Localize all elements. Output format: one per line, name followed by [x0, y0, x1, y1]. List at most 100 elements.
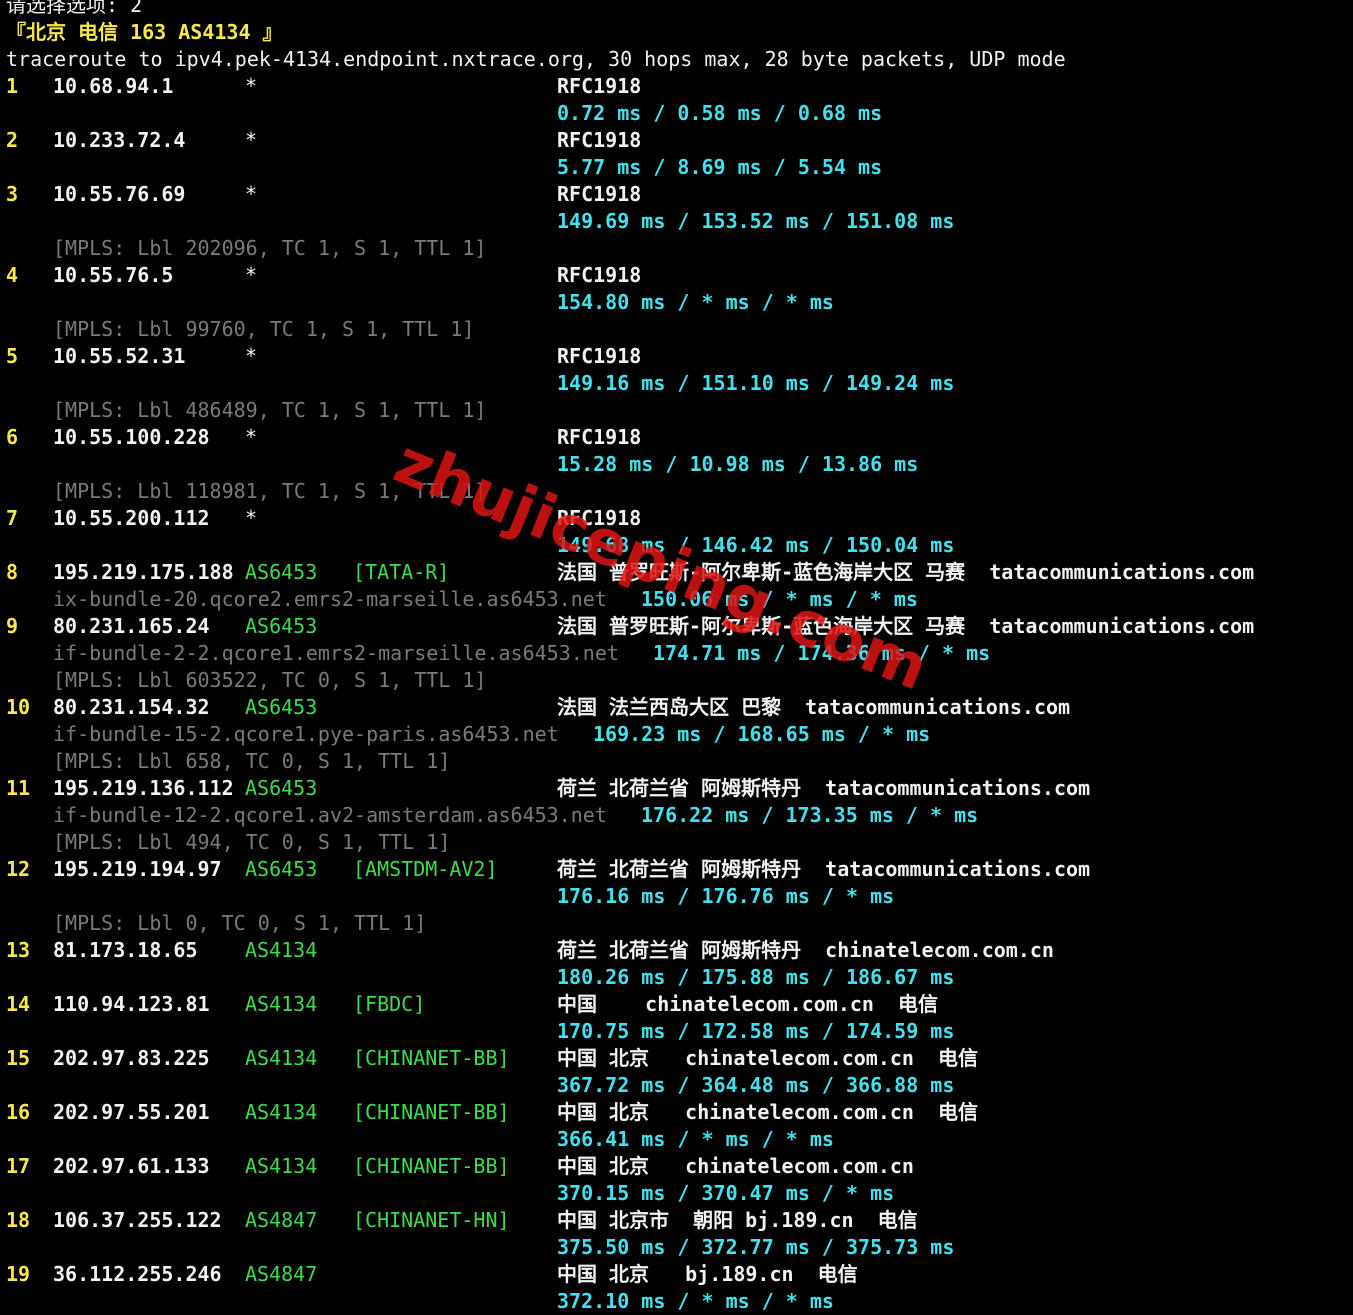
hop-rtt: 176.22 ms / 173.35 ms / * ms — [641, 803, 979, 827]
hop-detail-row: 372.10 ms / * ms / * ms — [0, 1288, 1353, 1315]
hop-asn: AS6453 — [245, 776, 318, 800]
hop-detail-row: 176.16 ms / 176.76 ms / * ms — [0, 883, 1353, 910]
hop-asn: * — [245, 128, 258, 152]
hop-location: RFC1918 — [557, 263, 642, 287]
hop-location: RFC1918 — [557, 344, 642, 368]
hop-rtt: 170.75 ms / 172.58 ms / 174.59 ms — [557, 1019, 955, 1043]
mpls-row: [MPLS: Lbl 99760, TC 1, S 1, TTL 1] — [0, 316, 1353, 343]
mpls-row: [MPLS: Lbl 603522, TC 0, S 1, TTL 1] — [0, 667, 1353, 694]
header-title: 『北京 电信 163 AS4134 』 — [6, 20, 283, 44]
hop-row: 11 195.219.136.112 AS6453 荷兰 北荷兰省 阿姆斯特丹 tat… — [0, 775, 1353, 802]
hop-detail-row: 5.77 ms / 8.69 ms / 5.54 ms — [0, 154, 1353, 181]
hop-number: 7 — [6, 506, 19, 530]
hop-rtt: 0.72 ms / 0.58 ms / 0.68 ms — [557, 101, 883, 125]
hop-rtt: 149.69 ms / 153.52 ms / 151.08 ms — [557, 209, 955, 233]
hop-number: 10 — [6, 695, 31, 719]
hop-row: 7 10.55.200.112 * RFC1918 — [0, 505, 1353, 532]
mpls-row: [MPLS: Lbl 202096, TC 1, S 1, TTL 1] — [0, 235, 1353, 262]
hop-number: 13 — [6, 938, 31, 962]
hop-location: RFC1918 — [557, 182, 642, 206]
hop-rtt: 367.72 ms / 364.48 ms / 366.88 ms — [557, 1073, 955, 1097]
hop-ip: 10.233.72.4 — [53, 128, 186, 152]
hop-rtt: 372.10 ms / * ms / * ms — [557, 1289, 834, 1313]
hop-asn: * — [245, 182, 258, 206]
hop-row: 8 195.219.175.188 AS6453 [TATA-R] 法国 普罗旺斯-阿尔… — [0, 559, 1353, 586]
hop-asn: AS4847 — [245, 1262, 318, 1286]
mpls-label: [MPLS: Lbl 603522, TC 0, S 1, TTL 1] — [53, 668, 487, 692]
hop-detail-row: 180.26 ms / 175.88 ms / 186.67 ms — [0, 964, 1353, 991]
hop-ip: 110.94.123.81 — [53, 992, 210, 1016]
hop-ip: 80.231.154.32 — [53, 695, 210, 719]
hop-location: 法国 普罗旺斯-阿尔卑斯-蓝色海岸大区 马赛 tatacommunication… — [557, 560, 1255, 584]
hop-rtt: 174.71 ms / 174.36 ms / * ms — [653, 641, 991, 665]
hop-rtt: 375.50 ms / 372.77 ms / 375.73 ms — [557, 1235, 955, 1259]
hop-row: 14 110.94.123.81 AS4134 [FBDC] 中国 chinatelec… — [0, 991, 1353, 1018]
hop-rtt: 15.28 ms / 10.98 ms / 13.86 ms — [557, 452, 919, 476]
hop-detail-row: 149.68 ms / 146.42 ms / 150.04 ms — [0, 532, 1353, 559]
terminal-output: 请选择选项: 2 『北京 电信 163 AS4134 』 traceroute … — [0, 0, 1353, 1315]
hop-asn: AS4134 — [245, 1046, 318, 1070]
hop-asn: AS6453 — [245, 614, 318, 638]
hop-list: 1 10.68.94.1 * RFC1918 0.72 ms / 0.58 ms / 0… — [0, 73, 1353, 1315]
mpls-label: [MPLS: Lbl 494, TC 0, S 1, TTL 1] — [53, 830, 451, 854]
hop-ip: 10.55.76.69 — [53, 182, 186, 206]
hop-asn: * — [245, 74, 258, 98]
hop-row: 5 10.55.52.31 * RFC1918 — [0, 343, 1353, 370]
hop-ip: 195.219.136.112 — [53, 776, 234, 800]
mpls-row: [MPLS: Lbl 494, TC 0, S 1, TTL 1] — [0, 829, 1353, 856]
hop-location: 中国 chinatelecom.com.cn 电信 — [557, 992, 939, 1016]
hop-ip: 195.219.175.188 — [53, 560, 234, 584]
hop-number: 19 — [6, 1262, 31, 1286]
hop-number: 1 — [6, 74, 19, 98]
hop-tag: [CHINANET-BB] — [353, 1100, 510, 1124]
hop-hostname: if-bundle-15-2.qcore1.pye-paris.as6453.n… — [53, 722, 559, 746]
hop-location: 中国 北京市 朝阳 bj.189.cn 电信 — [557, 1208, 918, 1232]
hop-number: 18 — [6, 1208, 31, 1232]
mpls-row: [MPLS: Lbl 658, TC 0, S 1, TTL 1] — [0, 748, 1353, 775]
hop-number: 12 — [6, 857, 31, 881]
hop-asn: AS4134 — [245, 1100, 318, 1124]
hop-asn: * — [245, 344, 258, 368]
hop-asn: AS6453 — [245, 695, 318, 719]
hop-ip: 195.219.194.97 — [53, 857, 222, 881]
hop-detail-row: 154.80 ms / * ms / * ms — [0, 289, 1353, 316]
hop-tag: [TATA-R] — [353, 560, 450, 584]
hop-detail-row: if-bundle-15-2.qcore1.pye-paris.as6453.n… — [0, 721, 1353, 748]
traceroute-line: traceroute to ipv4.pek-4134.endpoint.nxt… — [0, 46, 1353, 73]
hop-rtt: 149.68 ms / 146.42 ms / 150.04 ms — [557, 533, 955, 557]
hop-asn: * — [245, 506, 258, 530]
hop-rtt: 150.06 ms / * ms / * ms — [641, 587, 918, 611]
mpls-label: [MPLS: Lbl 658, TC 0, S 1, TTL 1] — [53, 749, 451, 773]
hop-location: RFC1918 — [557, 74, 642, 98]
hop-detail-row: 0.72 ms / 0.58 ms / 0.68 ms — [0, 100, 1353, 127]
hop-rtt: 5.77 ms / 8.69 ms / 5.54 ms — [557, 155, 883, 179]
hop-location: 法国 普罗旺斯-阿尔卑斯-蓝色海岸大区 马赛 tatacommunication… — [557, 614, 1255, 638]
hop-asn: * — [245, 425, 258, 449]
hop-ip: 10.55.52.31 — [53, 344, 186, 368]
hop-asn: AS4134 — [245, 992, 318, 1016]
hop-asn: AS6453 — [245, 857, 318, 881]
hop-detail-row: 149.16 ms / 151.10 ms / 149.24 ms — [0, 370, 1353, 397]
hop-number: 16 — [6, 1100, 31, 1124]
hop-location: RFC1918 — [557, 506, 642, 530]
hop-ip: 10.55.76.5 — [53, 263, 174, 287]
hop-number: 2 — [6, 128, 19, 152]
hop-asn: AS4134 — [245, 1154, 318, 1178]
hop-row: 4 10.55.76.5 * RFC1918 — [0, 262, 1353, 289]
hop-detail-row: if-bundle-2-2.qcore1.emrs2-marseille.as6… — [0, 640, 1353, 667]
hop-number: 8 — [6, 560, 19, 584]
mpls-label: [MPLS: Lbl 202096, TC 1, S 1, TTL 1] — [53, 236, 487, 260]
hop-tag: [AMSTDM-AV2] — [353, 857, 498, 881]
hop-row: 6 10.55.100.228 * RFC1918 — [0, 424, 1353, 451]
hop-location: 荷兰 北荷兰省 阿姆斯特丹 tatacommunications.com — [557, 776, 1091, 800]
hop-row: 10 80.231.154.32 AS6453 法国 法兰西岛大区 巴黎 tataco… — [0, 694, 1353, 721]
hop-row: 2 10.233.72.4 * RFC1918 — [0, 127, 1353, 154]
hop-hostname: ix-bundle-20.qcore2.emrs2-marseille.as64… — [53, 587, 607, 611]
hop-number: 17 — [6, 1154, 31, 1178]
hop-location: 荷兰 北荷兰省 阿姆斯特丹 tatacommunications.com — [557, 857, 1091, 881]
hop-detail-row: 375.50 ms / 372.77 ms / 375.73 ms — [0, 1234, 1353, 1261]
hop-asn: AS4134 — [245, 938, 318, 962]
hop-row: 18 106.37.255.122 AS4847 [CHINANET-HN] 中国 北京… — [0, 1207, 1353, 1234]
prompt-text: 请选择选项: 2 — [6, 0, 143, 17]
hop-ip: 81.173.18.65 — [53, 938, 198, 962]
